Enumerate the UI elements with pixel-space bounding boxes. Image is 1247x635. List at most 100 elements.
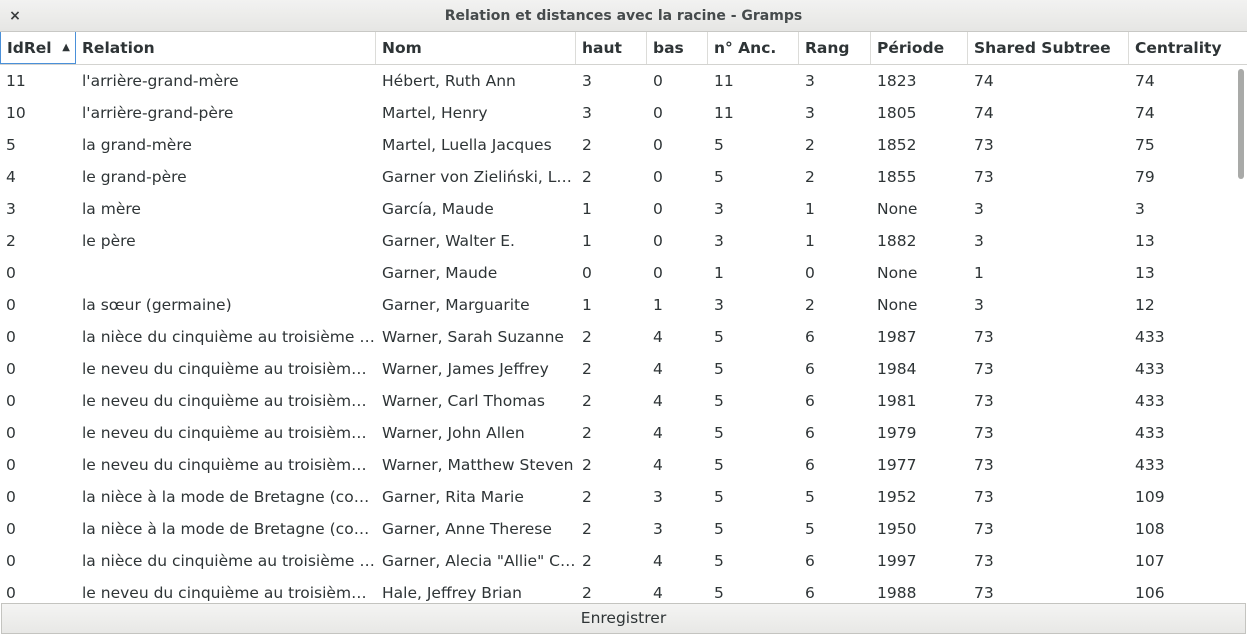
cell-centrality: 13 <box>1135 232 1155 250</box>
cell-subtree: 3 <box>974 232 984 250</box>
cell-haut: 2 <box>582 456 592 474</box>
table-row[interactable]: 2 le père Garner, Walter E. 1 0 3 1 1882 3 13 <box>0 225 1236 257</box>
scrollbar-thumb[interactable] <box>1238 69 1244 179</box>
cell-nom: Martel, Henry <box>382 104 488 122</box>
cell-anc: 5 <box>714 488 724 506</box>
cell-rang: 6 <box>805 392 815 410</box>
cell-subtree: 1 <box>974 264 984 282</box>
cell-relation <box>76 257 376 289</box>
cell-rang: 6 <box>805 360 815 378</box>
table-row[interactable]: 0 la sœur (germaine) Garner, Marguarite 1 1 3… <box>0 289 1236 321</box>
column-header-idrel[interactable]: IdRel ▲ <box>0 32 76 64</box>
column-header-anc[interactable]: n° Anc. <box>708 32 799 64</box>
cell-subtree: 74 <box>974 104 994 122</box>
save-button[interactable]: Enregistrer <box>1 603 1246 634</box>
cell-relation: le neveu du cinquième au troisième … <box>82 360 376 378</box>
table-row[interactable]: 0 le neveu du cinquième au troisième … War… <box>0 385 1236 417</box>
table-row[interactable]: 10 l'arrière-grand-père Martel, Henry 3 0 11 3… <box>0 97 1236 129</box>
cell-haut: 0 <box>582 264 592 282</box>
column-header-shared-subtree[interactable]: Shared Subtree <box>968 32 1129 64</box>
cell-idrel: 2 <box>6 232 16 250</box>
cell-nom: Garner, Marguarite <box>382 296 530 314</box>
cell-nom: Hale, Jeffrey Brian <box>382 584 522 602</box>
cell-relation: la nièce du cinquième au troisième … <box>82 328 375 346</box>
cell-centrality: 106 <box>1135 584 1165 602</box>
cell-bas: 0 <box>653 104 663 122</box>
cell-subtree: 73 <box>974 520 994 538</box>
cell-nom: García, Maude <box>382 200 494 218</box>
table-row[interactable]: 0 le neveu du cinquième au troisième … Hal… <box>0 577 1236 602</box>
cell-bas: 4 <box>653 552 663 570</box>
cell-relation: le grand-père <box>82 168 187 186</box>
column-header-bas[interactable]: bas <box>647 32 708 64</box>
cell-relation: le neveu du cinquième au troisième … <box>82 392 376 410</box>
cell-centrality: 433 <box>1135 328 1165 346</box>
cell-periode: 1855 <box>877 168 917 186</box>
cell-nom: Martel, Luella Jacques <box>382 136 552 154</box>
cell-periode: 1984 <box>877 360 917 378</box>
cell-subtree: 73 <box>974 424 994 442</box>
cell-anc: 3 <box>714 200 724 218</box>
cell-anc: 5 <box>714 136 724 154</box>
cell-bas: 4 <box>653 392 663 410</box>
cell-relation: la nièce à la mode de Bretagne (cou… <box>82 520 376 538</box>
table-row[interactable]: 0 la nièce du cinquième au troisième … Gar… <box>0 545 1236 577</box>
column-header-nom[interactable]: Nom <box>376 32 576 64</box>
cell-rang: 3 <box>805 104 815 122</box>
cell-centrality: 109 <box>1135 488 1165 506</box>
cell-haut: 1 <box>582 232 592 250</box>
cell-relation: la nièce à la mode de Bretagne (cou… <box>82 488 376 506</box>
table-row[interactable]: 11 l'arrière-grand-mère Hébert, Ruth Ann 3 0… <box>0 65 1236 97</box>
cell-bas: 4 <box>653 360 663 378</box>
cell-subtree: 73 <box>974 456 994 474</box>
cell-rang: 6 <box>805 552 815 570</box>
cell-relation: la grand-mère <box>82 136 192 154</box>
cell-anc: 5 <box>714 552 724 570</box>
cell-bas: 4 <box>653 328 663 346</box>
column-header-label: Rang <box>805 39 850 57</box>
cell-subtree: 73 <box>974 168 994 186</box>
cell-centrality: 12 <box>1135 296 1155 314</box>
table-header: IdRel ▲ Relation Nom haut bas n° Anc. Ra… <box>0 32 1247 65</box>
cell-nom: Garner, Rita Marie <box>382 488 524 506</box>
table-row[interactable]: 5 la grand-mère Martel, Luella Jacques 2 0 5 2… <box>0 129 1236 161</box>
cell-anc: 5 <box>714 328 724 346</box>
column-header-rang[interactable]: Rang <box>799 32 871 64</box>
table-row[interactable]: 4 le grand-père Garner von Zieliński, L… 2 0… <box>0 161 1236 193</box>
table-row[interactable]: 0 Garner, Maude 0 0 1 0 None 1 13 <box>0 257 1236 289</box>
table-row[interactable]: 0 la nièce à la mode de Bretagne (cou… Gar… <box>0 513 1236 545</box>
table-row[interactable]: 0 le neveu du cinquième au troisième … War… <box>0 417 1236 449</box>
cell-anc: 5 <box>714 168 724 186</box>
column-header-centrality[interactable]: Centrality <box>1129 32 1247 64</box>
cell-rang: 1 <box>805 200 815 218</box>
column-header-relation[interactable]: Relation <box>76 32 376 64</box>
cell-idrel: 0 <box>6 360 16 378</box>
cell-haut: 2 <box>582 552 592 570</box>
title-bar: × Relation et distances avec la racine -… <box>0 0 1247 32</box>
cell-subtree: 3 <box>974 200 984 218</box>
cell-relation: la sœur (germaine) <box>82 296 232 314</box>
cell-bas: 0 <box>653 232 663 250</box>
cell-anc: 5 <box>714 520 724 538</box>
cell-haut: 3 <box>582 72 592 90</box>
cell-periode: 1987 <box>877 328 917 346</box>
table-row[interactable]: 0 la nièce à la mode de Bretagne (cou… Gar… <box>0 481 1236 513</box>
cell-centrality: 108 <box>1135 520 1165 538</box>
cell-anc: 1 <box>714 264 724 282</box>
table-row[interactable]: 0 le neveu du cinquième au troisième … War… <box>0 353 1236 385</box>
column-header-periode[interactable]: Période <box>871 32 968 64</box>
table-row[interactable]: 0 la nièce du cinquième au troisième … War… <box>0 321 1236 353</box>
table-row[interactable]: 0 le neveu du cinquième au troisième … War… <box>0 449 1236 481</box>
vertical-scrollbar[interactable] <box>1236 65 1247 602</box>
cell-anc: 5 <box>714 392 724 410</box>
column-header-haut[interactable]: haut <box>576 32 647 64</box>
table-row[interactable]: 3 la mère García, Maude 1 0 3 1 None 3 3 <box>0 193 1236 225</box>
cell-centrality: 74 <box>1135 72 1155 90</box>
cell-periode: 1882 <box>877 232 917 250</box>
cell-periode: 1979 <box>877 424 917 442</box>
cell-haut: 2 <box>582 360 592 378</box>
cell-haut: 3 <box>582 104 592 122</box>
cell-periode: 1981 <box>877 392 917 410</box>
cell-bas: 3 <box>653 488 663 506</box>
cell-subtree: 74 <box>974 72 994 90</box>
